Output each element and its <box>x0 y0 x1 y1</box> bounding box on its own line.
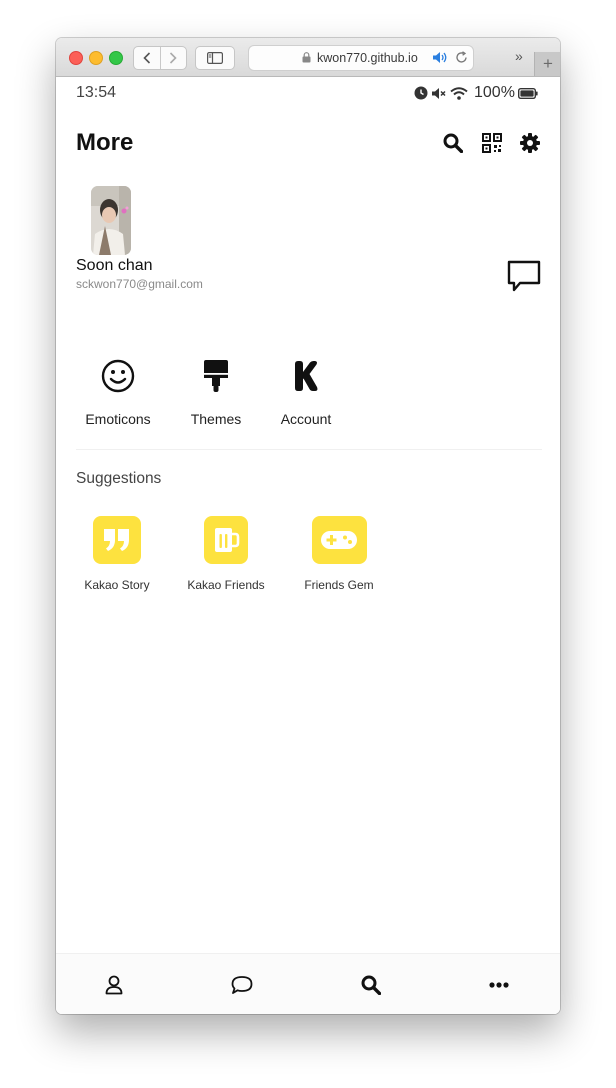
menu-item-themes[interactable]: Themes <box>166 358 266 427</box>
bottom-nav <box>56 953 560 1014</box>
gamepad-icon <box>311 516 367 564</box>
menu-item-emoticons[interactable]: Emoticons <box>68 358 168 427</box>
profile-name[interactable]: Soon chan <box>76 257 153 275</box>
close-window-button[interactable] <box>69 51 83 65</box>
suggestions-heading: Suggestions <box>76 470 162 487</box>
tab-more[interactable] <box>484 973 514 997</box>
smile-icon <box>68 358 168 394</box>
toolbar-overflow-icon[interactable]: » <box>515 48 523 64</box>
tab-friends[interactable] <box>99 973 129 997</box>
suggestion-label: Friends Gem <box>304 578 374 592</box>
paint-brush-icon <box>166 358 266 394</box>
chevron-left-icon <box>143 52 151 64</box>
url-text: kwon770.github.io <box>317 51 418 65</box>
profile-photo <box>91 186 131 255</box>
alarm-icon <box>414 86 428 100</box>
app-content: 13:54 100% More Soon chan sckwon770@gmai… <box>56 77 560 1014</box>
chat-bubble-icon <box>231 976 253 994</box>
search-button[interactable] <box>443 133 464 158</box>
browser-window: kwon770.github.io » + 13:54 100% More So… <box>56 38 560 1014</box>
sidebar-icon <box>207 52 223 64</box>
minimize-window-button[interactable] <box>89 51 103 65</box>
menu-item-label: Themes <box>190 411 242 427</box>
section-divider <box>76 449 542 450</box>
chat-bubble-icon <box>507 260 541 292</box>
menu-item-label: Emoticons <box>85 411 151 427</box>
beer-mug-icon <box>204 516 248 564</box>
search-icon <box>443 133 464 154</box>
address-bar[interactable]: kwon770.github.io <box>248 45 474 71</box>
suggestion-kakao-story[interactable]: Kakao Story <box>62 516 172 592</box>
user-icon <box>105 975 123 995</box>
zoom-window-button[interactable] <box>109 51 123 65</box>
battery-icon <box>517 87 538 99</box>
tab-chats[interactable] <box>227 973 257 997</box>
avatar[interactable] <box>91 186 131 255</box>
reload-icon[interactable] <box>455 51 468 64</box>
forward-button[interactable] <box>160 47 186 69</box>
status-time: 13:54 <box>76 84 117 101</box>
suggestion-label: Kakao Story <box>84 578 150 592</box>
history-nav <box>133 46 187 70</box>
suggestion-friends-gem[interactable]: Friends Gem <box>284 516 394 592</box>
chevron-right-icon <box>169 52 177 64</box>
qr-code-button[interactable] <box>482 133 502 158</box>
tab-find[interactable] <box>356 973 386 997</box>
status-indicators: 100% <box>414 84 538 102</box>
sidebar-toggle-button[interactable] <box>195 46 235 70</box>
speaker-icon[interactable] <box>432 51 448 64</box>
browser-toolbar: kwon770.github.io » + <box>56 38 560 77</box>
settings-button[interactable] <box>520 133 540 158</box>
quote-icon <box>93 516 141 564</box>
profile-email: sckwon770@gmail.com <box>76 277 203 291</box>
gear-icon <box>520 133 540 153</box>
new-tab-button[interactable]: + <box>534 52 560 76</box>
page-title: More <box>76 129 134 156</box>
menu-item-label: Account <box>280 411 332 427</box>
suggestion-label: Kakao Friends <box>187 578 265 592</box>
menu-item-account[interactable]: Account <box>256 358 356 427</box>
wifi-icon <box>450 86 468 100</box>
ellipsis-icon <box>489 982 509 988</box>
kakao-k-icon <box>256 358 356 394</box>
lock-icon <box>302 52 311 63</box>
my-chat-button[interactable] <box>506 259 542 298</box>
mute-icon <box>432 87 446 99</box>
qr-code-icon <box>482 133 502 153</box>
suggestion-kakao-friends[interactable]: Kakao Friends <box>171 516 281 592</box>
battery-percentage: 100% <box>474 84 515 101</box>
search-icon <box>361 975 381 995</box>
back-button[interactable] <box>134 47 160 69</box>
